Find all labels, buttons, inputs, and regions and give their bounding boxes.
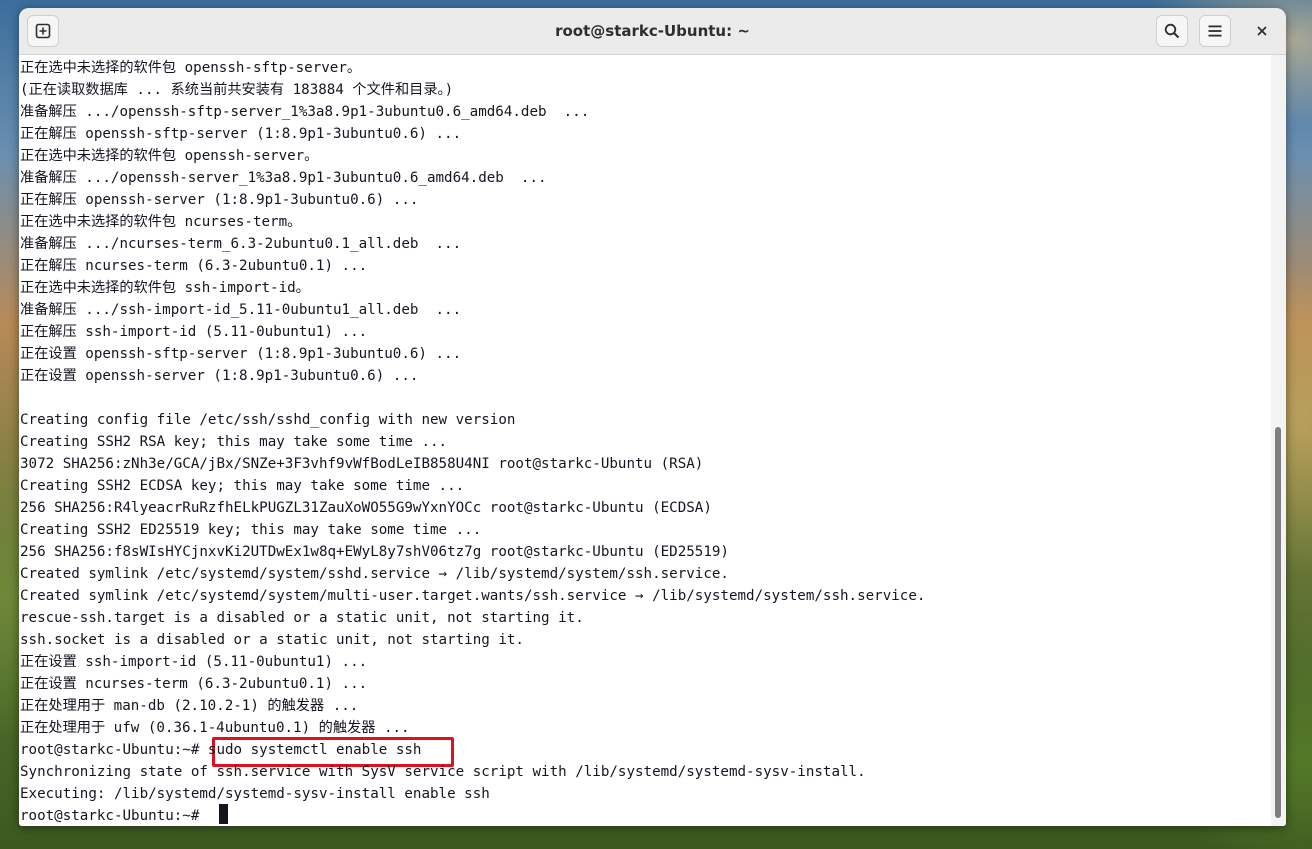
terminal-line: Creating SSH2 RSA key; this may take som… — [20, 434, 448, 450]
terminal-line: root@starkc-Ubuntu:~# sudo systemctl ena… — [20, 742, 422, 758]
hamburger-menu-icon — [1208, 25, 1222, 37]
terminal-line: 正在选中未选择的软件包 openssh-server。 — [20, 148, 319, 164]
scrollbar-thumb[interactable] — [1275, 427, 1281, 818]
terminal-window: root@starkc-Ubuntu: ~ 正在选中未选择的软件包 openss… — [19, 8, 1286, 826]
new-tab-icon — [35, 23, 51, 39]
title-bar: root@starkc-Ubuntu: ~ — [19, 8, 1286, 55]
terminal-line: 正在选中未选择的软件包 ncurses-term。 — [20, 214, 302, 230]
terminal-line: 正在选中未选择的软件包 ssh-import-id。 — [20, 280, 310, 296]
terminal-line: 正在解压 openssh-sftp-server (1:8.9p1-3ubunt… — [20, 126, 462, 142]
new-tab-button[interactable] — [27, 15, 59, 47]
terminal-output[interactable]: 正在选中未选择的软件包 openssh-sftp-server。 (正在读取数据库… — [19, 55, 1271, 826]
terminal-line: 准备解压 .../ssh-import-id_5.11-0ubuntu1_all… — [20, 302, 462, 318]
close-button[interactable] — [1246, 15, 1278, 47]
terminal-line: 正在解压 ssh-import-id (5.11-0ubuntu1) ... — [20, 324, 368, 340]
window-title: root@starkc-Ubuntu: ~ — [555, 22, 750, 40]
terminal-scrollbar[interactable] — [1271, 55, 1286, 826]
terminal-line: rescue-ssh.target is a disabled or a sta… — [20, 610, 584, 626]
terminal-line: root@starkc-Ubuntu:~# — [20, 808, 208, 824]
search-icon — [1164, 23, 1180, 39]
terminal-line: 准备解压 .../openssh-sftp-server_1%3a8.9p1-3… — [20, 104, 590, 120]
search-button[interactable] — [1156, 15, 1188, 47]
terminal-line: 正在处理用于 ufw (0.36.1-4ubuntu0.1) 的触发器 ... — [20, 720, 410, 736]
terminal-line: 正在处理用于 man-db (2.10.2-1) 的触发器 ... — [20, 698, 359, 714]
terminal-line: 准备解压 .../openssh-server_1%3a8.9p1-3ubunt… — [20, 170, 547, 186]
terminal-line: 正在设置 openssh-server (1:8.9p1-3ubuntu0.6)… — [20, 368, 419, 384]
terminal-cursor — [219, 804, 228, 824]
terminal-line: 正在解压 ncurses-term (6.3-2ubuntu0.1) ... — [20, 258, 368, 274]
terminal-line: ssh.socket is a disabled or a static uni… — [20, 632, 524, 648]
terminal-line: Synchronizing state of ssh.service with … — [20, 764, 866, 780]
terminal-line: 正在设置 ncurses-term (6.3-2ubuntu0.1) ... — [20, 676, 368, 692]
terminal-line: Created symlink /etc/systemd/system/sshd… — [20, 566, 729, 582]
terminal-line: Creating SSH2 ECDSA key; this may take s… — [20, 478, 465, 494]
terminal-line: Creating SSH2 ED25519 key; this may take… — [20, 522, 482, 538]
terminal-line: Executing: /lib/systemd/systemd-sysv-ins… — [20, 786, 490, 802]
terminal-line: 正在设置 ssh-import-id (5.11-0ubuntu1) ... — [20, 654, 368, 670]
terminal-line: 正在设置 openssh-sftp-server (1:8.9p1-3ubunt… — [20, 346, 462, 362]
terminal-line: 准备解压 .../ncurses-term_6.3-2ubuntu0.1_all… — [20, 236, 462, 252]
terminal-line: 正在解压 openssh-server (1:8.9p1-3ubuntu0.6)… — [20, 192, 419, 208]
terminal-line: Creating config file /etc/ssh/sshd_confi… — [20, 412, 516, 428]
terminal-line: (正在读取数据库 ... 系统当前共安装有 183884 个文件和目录。) — [20, 82, 454, 98]
terminal-line: Created symlink /etc/systemd/system/mult… — [20, 588, 926, 604]
menu-button[interactable] — [1199, 15, 1231, 47]
terminal-line: 256 SHA256:R4lyeacrRuRzfhELkPUGZL31ZauXo… — [20, 500, 712, 516]
terminal-line: 3072 SHA256:zNh3e/GCA/jBx/SNZe+3F3vhf9vW… — [20, 456, 704, 472]
terminal-line: 正在选中未选择的软件包 openssh-sftp-server。 — [20, 60, 362, 76]
terminal-line: 256 SHA256:f8sWIsHYCjnxvKi2UTDwEx1w8q+EW… — [20, 544, 729, 560]
close-icon — [1257, 26, 1267, 36]
